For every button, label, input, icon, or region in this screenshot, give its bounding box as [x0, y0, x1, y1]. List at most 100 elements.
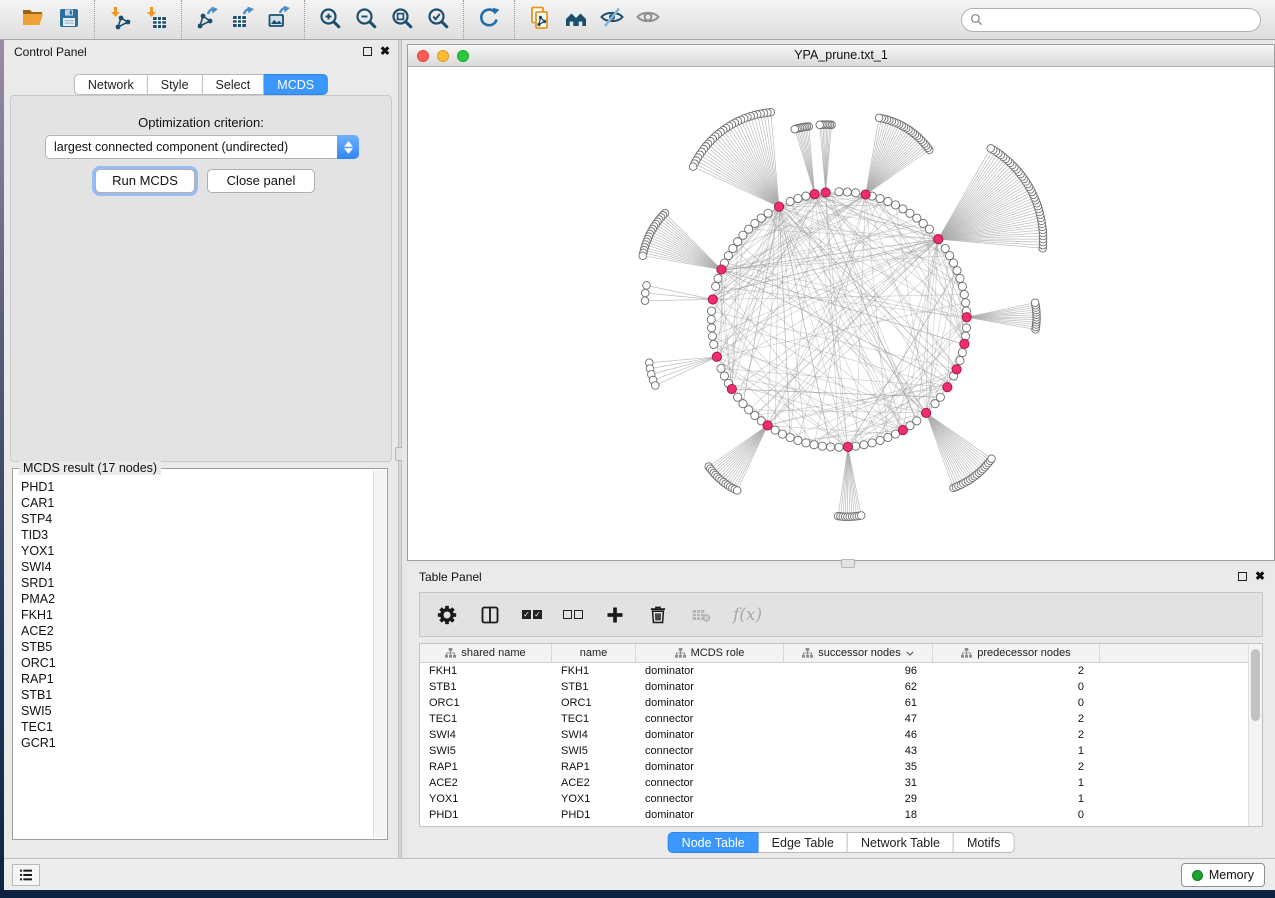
- table-cell[interactable]: dominator: [636, 663, 784, 679]
- search-input[interactable]: [989, 13, 1252, 27]
- mcds-result-item[interactable]: PHD1: [14, 479, 373, 495]
- mcds-result-item[interactable]: GCR1: [14, 735, 373, 751]
- table-cell[interactable]: 0: [933, 807, 1100, 823]
- table-cell[interactable]: connector: [636, 711, 784, 727]
- mcds-result-item[interactable]: SWI5: [14, 703, 373, 719]
- open-session-button[interactable]: [15, 4, 51, 36]
- show-columns-button[interactable]: [479, 604, 501, 626]
- hide-selected-button[interactable]: [594, 4, 630, 36]
- table-cell[interactable]: SWI4: [552, 727, 636, 743]
- table-cell[interactable]: SWI5: [552, 743, 636, 759]
- table-cell[interactable]: connector: [636, 743, 784, 759]
- mcds-result-item[interactable]: TEC1: [14, 719, 373, 735]
- table-cell[interactable]: 1: [933, 743, 1100, 759]
- mcds-result-item[interactable]: CAR1: [14, 495, 373, 511]
- export-network-button[interactable]: [189, 4, 225, 36]
- table-cell[interactable]: ORC1: [552, 695, 636, 711]
- table-cell[interactable]: 96: [784, 663, 933, 679]
- deselect-all-rows-button[interactable]: [563, 610, 583, 619]
- table-cell[interactable]: connector: [636, 775, 784, 791]
- mcds-result-item[interactable]: STB1: [14, 687, 373, 703]
- table-cell[interactable]: 46: [784, 727, 933, 743]
- table-cell[interactable]: 2: [933, 663, 1100, 679]
- table-cell[interactable]: PHD1: [552, 807, 636, 823]
- table-row[interactable]: ACE2ACE2connector311: [420, 775, 1262, 791]
- column-header-shared-name[interactable]: shared name: [420, 644, 552, 662]
- select-all-rows-button[interactable]: ✓✓: [522, 610, 542, 619]
- table-cell[interactable]: RAP1: [552, 759, 636, 775]
- zoom-out-button[interactable]: [348, 4, 384, 36]
- mcds-result-item[interactable]: RAP1: [14, 671, 373, 687]
- table-scrollbar-thumb[interactable]: [1251, 649, 1260, 721]
- table-cell[interactable]: YOX1: [552, 791, 636, 807]
- table-cell[interactable]: 29: [784, 791, 933, 807]
- task-history-button[interactable]: [12, 864, 40, 886]
- mcds-result-item[interactable]: TID3: [14, 527, 373, 543]
- table-cell[interactable]: 1: [933, 791, 1100, 807]
- table-row[interactable]: TEC1TEC1connector472: [420, 711, 1262, 727]
- network-graph[interactable]: [408, 67, 1274, 560]
- table-cell[interactable]: TEC1: [552, 711, 636, 727]
- horizontal-splitter-handle[interactable]: [841, 559, 855, 568]
- tab-node-table[interactable]: Node Table: [668, 832, 759, 853]
- delete-rows-button[interactable]: [647, 604, 669, 626]
- mcds-result-item[interactable]: FKH1: [14, 607, 373, 623]
- mcds-result-item[interactable]: SWI4: [14, 559, 373, 575]
- table-panel-float-button[interactable]: [1238, 572, 1247, 581]
- mcds-result-scrollbar[interactable]: [373, 470, 386, 838]
- import-network-button[interactable]: [102, 4, 138, 36]
- table-cell[interactable]: 62: [784, 679, 933, 695]
- column-header-MCDS-role[interactable]: MCDS role: [636, 644, 784, 662]
- add-row-button[interactable]: [604, 604, 626, 626]
- table-row[interactable]: FKH1FKH1dominator962: [420, 663, 1262, 679]
- mcds-result-list[interactable]: PHD1CAR1STP4TID3YOX1SWI4SRD1PMA2FKH1ACE2…: [14, 470, 373, 838]
- table-cell[interactable]: STB1: [552, 679, 636, 695]
- table-cell[interactable]: 0: [933, 695, 1100, 711]
- tab-style[interactable]: Style: [148, 74, 203, 95]
- mcds-result-item[interactable]: PMA2: [14, 591, 373, 607]
- table-cell[interactable]: STB1: [420, 679, 552, 695]
- table-cell[interactable]: 35: [784, 759, 933, 775]
- table-cell[interactable]: dominator: [636, 807, 784, 823]
- table-scrollbar[interactable]: [1248, 644, 1262, 826]
- export-table-button[interactable]: [225, 4, 261, 36]
- table-cell[interactable]: 0: [933, 679, 1100, 695]
- table-cell[interactable]: dominator: [636, 727, 784, 743]
- table-cell[interactable]: dominator: [636, 679, 784, 695]
- table-cell[interactable]: PHD1: [420, 807, 552, 823]
- table-cell[interactable]: 61: [784, 695, 933, 711]
- table-cell[interactable]: dominator: [636, 759, 784, 775]
- table-row[interactable]: PHD1PHD1dominator180: [420, 807, 1262, 823]
- control-panel-close-button[interactable]: ✖: [380, 44, 390, 58]
- table-row[interactable]: YOX1YOX1connector291: [420, 791, 1262, 807]
- table-cell[interactable]: SWI4: [420, 727, 552, 743]
- first-neighbors-button[interactable]: [558, 4, 594, 36]
- table-cell[interactable]: ACE2: [420, 775, 552, 791]
- mcds-result-item[interactable]: STB5: [14, 639, 373, 655]
- tab-network[interactable]: Network: [74, 74, 148, 95]
- table-cell[interactable]: SWI5: [420, 743, 552, 759]
- zoom-in-button[interactable]: [312, 4, 348, 36]
- control-panel-float-button[interactable]: [363, 47, 372, 56]
- table-cell[interactable]: TEC1: [420, 711, 552, 727]
- zoom-fit-button[interactable]: [384, 4, 420, 36]
- run-mcds-button[interactable]: Run MCDS: [95, 169, 195, 193]
- table-cell[interactable]: connector: [636, 791, 784, 807]
- table-row[interactable]: RAP1RAP1dominator352: [420, 759, 1262, 775]
- refresh-view-button[interactable]: [471, 4, 507, 36]
- mcds-result-item[interactable]: STP4: [14, 511, 373, 527]
- table-cell[interactable]: 2: [933, 759, 1100, 775]
- mcds-result-item[interactable]: ACE2: [14, 623, 373, 639]
- table-row[interactable]: ORC1ORC1dominator610: [420, 695, 1262, 711]
- table-row[interactable]: SWI4SWI4dominator462: [420, 727, 1262, 743]
- mcds-result-item[interactable]: YOX1: [14, 543, 373, 559]
- table-cell[interactable]: 31: [784, 775, 933, 791]
- table-row[interactable]: STB1STB1dominator620: [420, 679, 1262, 695]
- save-session-button[interactable]: [51, 4, 87, 36]
- mcds-result-item[interactable]: ORC1: [14, 655, 373, 671]
- import-table-button[interactable]: [138, 4, 174, 36]
- column-header-name[interactable]: name: [552, 644, 636, 662]
- network-canvas[interactable]: [408, 67, 1274, 560]
- memory-button[interactable]: Memory: [1181, 863, 1265, 887]
- table-cell[interactable]: 2: [933, 727, 1100, 743]
